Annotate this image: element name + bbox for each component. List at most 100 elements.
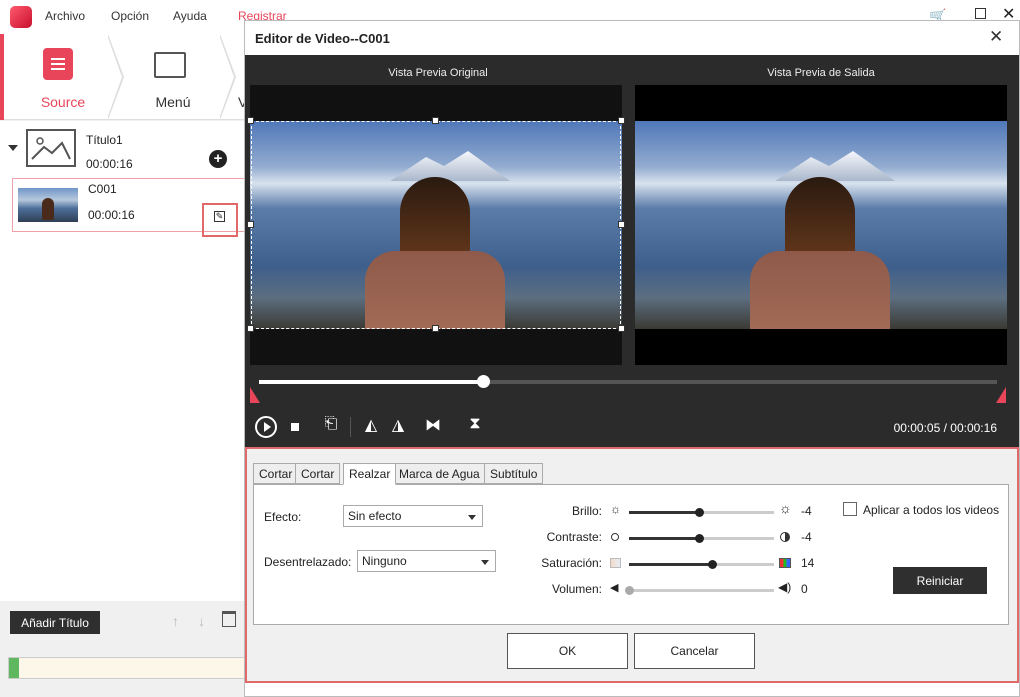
clip-thumbnail — [18, 188, 78, 222]
flip-horizontal-icon[interactable]: ⧓ — [421, 415, 445, 439]
flip-vertical-icon[interactable]: ⧗ — [463, 415, 487, 439]
edit-button[interactable]: ✎ — [202, 203, 238, 237]
deinterlace-select[interactable]: Ninguno — [357, 550, 496, 572]
volume-slider[interactable] — [625, 586, 774, 595]
tab-cortar-1[interactable]: Cortar — [253, 463, 299, 484]
add-title-button[interactable]: Añadir Título — [10, 611, 100, 634]
image-menu-icon — [154, 52, 186, 78]
tab-realzar[interactable]: Realzar — [343, 463, 397, 485]
brightness-row: Brillo: ☼ ☼ -4 — [504, 500, 824, 521]
effect-label: Efecto: — [264, 510, 302, 524]
cancel-button[interactable]: Cancelar — [634, 633, 755, 669]
move-down-icon[interactable]: ↓ — [198, 613, 205, 629]
dropdown-arrow-icon — [468, 515, 476, 520]
crop-handle[interactable] — [618, 117, 625, 124]
reset-button[interactable]: Reiniciar — [893, 567, 987, 594]
preview-output-label: Vista Previa de Salida — [767, 67, 875, 79]
saturation-value: 14 — [801, 556, 815, 570]
saturation-row: Saturación: 14 — [504, 553, 824, 573]
timeline-progress — [259, 380, 483, 384]
apply-all-label: Aplicar a todos los videos — [863, 503, 1000, 517]
title-list-panel: Título1 00:00:16 + C001 00:00:16 ✎ — [0, 121, 245, 601]
crop-selection-box[interactable] — [251, 121, 621, 329]
crop-handle[interactable] — [432, 117, 439, 124]
trim-end-marker[interactable] — [996, 387, 1006, 403]
deinterlace-label: Desentrelazado: — [264, 555, 352, 569]
tab-subtitulo[interactable]: Subtítulo — [484, 463, 544, 484]
contrast-slider[interactable] — [629, 534, 774, 543]
original-preview — [247, 85, 625, 365]
output-preview — [635, 85, 1007, 365]
add-circle-icon[interactable]: + — [209, 150, 227, 168]
dropdown-arrow-icon — [481, 560, 489, 565]
video-editor-dialog: Editor de Video--C001 ✕ Vista Previa Ori… — [244, 20, 1020, 697]
crop-handle[interactable] — [247, 221, 254, 228]
collapse-arrow-icon[interactable] — [8, 145, 18, 151]
trim-start-marker[interactable] — [250, 387, 260, 403]
edit-icon: ✎ — [214, 211, 225, 222]
time-display: 00:00:05 / 00:00:16 — [893, 421, 997, 435]
saturation-slider[interactable] — [629, 560, 774, 569]
crop-handle[interactable] — [247, 117, 254, 124]
volume-row: Volumen: ◀ ◀) 0 — [504, 579, 824, 599]
playhead-handle[interactable] — [476, 375, 490, 388]
dialog-title-bar: Editor de Video--C001 ✕ — [245, 21, 1019, 55]
ok-button[interactable]: OK — [507, 633, 628, 669]
step-menu-label: Menú — [155, 94, 191, 110]
adjustment-sliders: Brillo: ☼ ☼ -4 Contraste: -4 Saturación: — [504, 500, 824, 611]
volume-label: Volumen: — [551, 582, 602, 596]
output-video-frame — [635, 121, 1007, 329]
volume-high-icon: ◀) — [778, 580, 792, 594]
brightness-slider[interactable] — [629, 508, 774, 517]
snapshot-icon[interactable]: ⎗ — [319, 415, 343, 439]
effect-select[interactable]: Sin efecto — [343, 505, 483, 527]
crop-handle[interactable] — [432, 325, 439, 332]
move-up-icon[interactable]: ↑ — [172, 613, 179, 629]
menu-ayuda[interactable]: Ayuda — [173, 9, 207, 23]
editor-panel: Cortar Cortar Realzar Marca de Agua Subt… — [245, 447, 1019, 683]
contrast-low-icon — [611, 533, 619, 541]
timeline-track[interactable] — [259, 375, 997, 388]
realzar-tab-content: Efecto: Sin efecto Desentrelazado: Ningu… — [253, 484, 1009, 625]
step-source-label: Source — [40, 94, 86, 110]
delete-icon[interactable] — [222, 611, 236, 627]
rotate-right-icon[interactable]: ◮ — [386, 415, 410, 439]
contrast-label: Contraste: — [546, 530, 602, 544]
brightness-low-icon: ☼ — [610, 502, 621, 516]
crop-handle[interactable] — [247, 325, 254, 332]
preview-original-label: Vista Previa Original — [388, 67, 488, 79]
crop-handle[interactable] — [618, 325, 625, 332]
apply-all-checkbox[interactable] — [843, 502, 857, 516]
app-logo-icon — [10, 6, 32, 28]
menu-archivo[interactable]: Archivo — [45, 9, 85, 23]
file-icon — [43, 48, 73, 80]
clip-name: C001 — [88, 182, 117, 196]
rotate-left-icon[interactable]: ◭ — [359, 415, 383, 439]
preview-area: Vista Previa Original Vista Previa de Sa… — [245, 55, 1019, 467]
contrast-row: Contraste: -4 — [504, 527, 824, 547]
play-button[interactable] — [255, 416, 277, 438]
crop-handle[interactable] — [618, 221, 625, 228]
title-thumbnail-icon — [26, 129, 76, 167]
tab-cortar-2[interactable]: Cortar — [295, 463, 341, 484]
volume-value: 0 — [801, 582, 808, 596]
left-bottom-bar: Añadir Título ↑ ↓ — [0, 603, 245, 697]
contrast-high-icon — [780, 532, 790, 542]
close-dialog-icon[interactable]: ✕ — [989, 27, 1003, 47]
menu-opcion[interactable]: Opción — [111, 9, 149, 23]
play-icon — [264, 422, 271, 432]
saturation-low-icon — [610, 558, 621, 568]
step-menu[interactable]: Menú — [118, 34, 228, 120]
maximize-icon[interactable] — [975, 8, 986, 19]
clip-item[interactable]: C001 00:00:16 ✎ — [12, 178, 245, 237]
title-duration: 00:00:16 — [86, 157, 133, 171]
stop-button[interactable] — [291, 423, 299, 431]
effect-value: Sin efecto — [348, 509, 402, 523]
clip-duration: 00:00:16 — [88, 208, 135, 222]
title-name: Título1 — [86, 133, 123, 147]
active-step-marker — [0, 34, 4, 120]
step-source[interactable]: Source — [8, 34, 118, 120]
dialog-title: Editor de Video--C001 — [255, 31, 390, 46]
saturation-high-icon — [779, 558, 791, 568]
tab-marca-de-agua[interactable]: Marca de Agua — [393, 463, 486, 484]
